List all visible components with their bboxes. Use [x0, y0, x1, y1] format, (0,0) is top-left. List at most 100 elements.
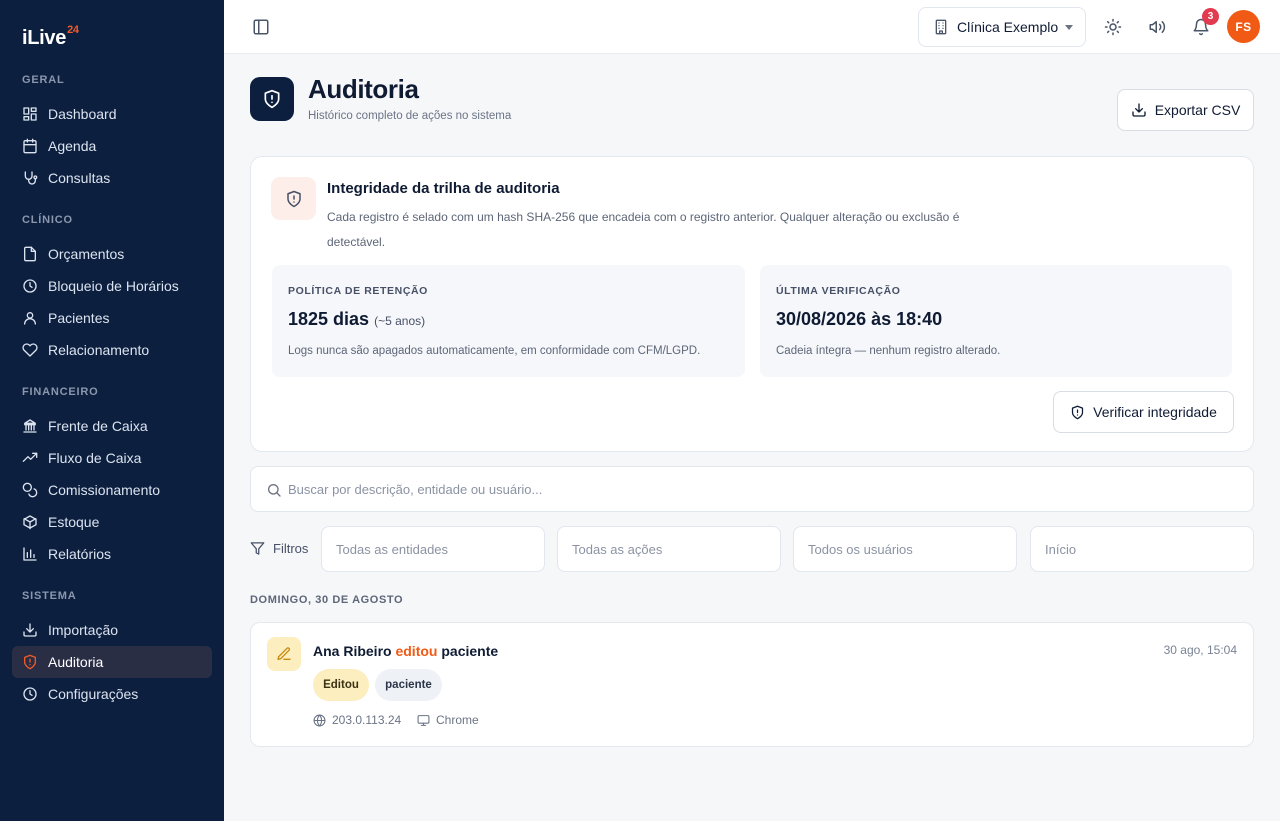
- user-filter[interactable]: Todos os usuários: [793, 526, 1017, 572]
- bar-chart-icon: [23, 547, 37, 561]
- verify-integrity-button[interactable]: Verificar integridade: [1053, 391, 1234, 433]
- chevron-down-icon: [1065, 25, 1073, 30]
- filter-icon: [250, 542, 265, 555]
- monitor-icon: [417, 714, 430, 726]
- download-icon: [1132, 103, 1146, 117]
- event-title: Ana Ribeiro editou paciente: [313, 643, 499, 659]
- clock-icon: [23, 687, 37, 701]
- audit-event[interactable]: Ana Ribeiro editou paciente 30 ago, 15:0…: [250, 622, 1254, 747]
- sidebar-item-pacientes[interactable]: Pacientes: [12, 302, 212, 334]
- sidebar-item-label: Frente de Caixa: [48, 418, 148, 434]
- sidebar-item-label: Agenda: [48, 138, 97, 154]
- sidebar-item-relatorios[interactable]: Relatórios: [12, 538, 212, 570]
- sidebar-item-orcamentos[interactable]: Orçamentos: [12, 238, 212, 270]
- volume-icon[interactable]: [1148, 18, 1166, 36]
- sidebar-item-label: Comissionamento: [48, 482, 161, 498]
- bank-icon: [23, 419, 37, 433]
- search-input[interactable]: [288, 467, 1228, 511]
- sidebar-item-consultas[interactable]: Consultas: [12, 162, 212, 194]
- building-icon: [935, 19, 947, 35]
- shield-icon: [286, 190, 301, 207]
- action-chip: Editou: [313, 669, 369, 701]
- sidebar-item-importacao[interactable]: Importação: [12, 614, 212, 646]
- sidebar-section-geral: GERAL: [22, 74, 65, 86]
- clinic-selector-label: Clínica Exemplo: [957, 19, 1059, 35]
- sidebar-item-agenda[interactable]: Agenda: [12, 130, 212, 162]
- coins-icon: [22, 482, 38, 498]
- sidebar-item-label: Consultas: [48, 170, 111, 186]
- page-title: Auditoria: [308, 74, 419, 104]
- sidebar-item-configuracoes[interactable]: Configurações: [12, 678, 212, 710]
- integrity-card: Integridade da trilha de auditoria Cada …: [250, 156, 1254, 452]
- sidebar-item-label: Estoque: [48, 514, 100, 530]
- verify-integrity-label: Verificar integridade: [1093, 404, 1217, 420]
- entity-filter[interactable]: Todas as entidades: [321, 526, 545, 572]
- heart-icon: [22, 343, 38, 357]
- page-subtitle: Histórico completo de ações no sistema: [308, 110, 512, 122]
- top-bar: Clínica Exemplo 3 FS: [224, 0, 1280, 54]
- package-icon: [23, 515, 37, 530]
- sidebar-item-bloqueio-horarios[interactable]: Bloqueio de Horários: [12, 270, 212, 302]
- sidebar-toggle-icon[interactable]: [252, 18, 270, 36]
- sidebar-item-estoque[interactable]: Estoque: [12, 506, 212, 538]
- avatar[interactable]: FS: [1227, 10, 1260, 43]
- sidebar-item-label: Bloqueio de Horários: [48, 278, 179, 294]
- event-ip: 203.0.113.24: [313, 713, 401, 727]
- globe-icon: [313, 714, 326, 726]
- sidebar-section-financeiro: FINANCEIRO: [22, 386, 99, 398]
- calendar-icon: [23, 138, 37, 154]
- last-check-label: ÚLTIMA VERIFICAÇÃO: [776, 285, 901, 297]
- sidebar-item-label: Relacionamento: [48, 342, 150, 358]
- sidebar-item-comissionamento[interactable]: Comissionamento: [12, 474, 212, 506]
- action-filter[interactable]: Todas as ações: [557, 526, 781, 572]
- sidebar-item-label: Relatórios: [48, 546, 112, 562]
- clinic-selector[interactable]: Clínica Exemplo: [918, 7, 1086, 47]
- sidebar-item-label: Dashboard: [48, 106, 117, 122]
- last-check-note: Cadeia íntegra — nenhum registro alterad…: [776, 345, 1001, 357]
- integrity-description: Cada registro é selado com um hash SHA-2…: [327, 210, 960, 249]
- dashboard-icon: [23, 107, 37, 121]
- sidebar-section-sistema: SISTEMA: [22, 590, 77, 602]
- last-check-box: ÚLTIMA VERIFICAÇÃO 30/08/2026 às 18:40 C…: [760, 265, 1232, 377]
- day-group-label: DOMINGO, 30 DE AGOSTO: [250, 594, 404, 606]
- sidebar-item-fluxo-caixa[interactable]: Fluxo de Caixa: [12, 442, 212, 474]
- sidebar: iLive24 GERAL Dashboard Agenda Consultas…: [0, 0, 224, 821]
- sidebar-item-label: Auditoria: [48, 654, 104, 670]
- clock-icon: [23, 279, 37, 293]
- event-time: 30 ago, 15:04: [1163, 643, 1237, 657]
- export-csv-label: Exportar CSV: [1154, 102, 1241, 118]
- sidebar-item-dashboard[interactable]: Dashboard: [12, 98, 212, 130]
- search-bar: [250, 466, 1254, 512]
- sidebar-item-label: Pacientes: [48, 310, 110, 326]
- retention-value: 1825 dias (~5 anos): [288, 309, 426, 329]
- sidebar-item-auditoria[interactable]: Auditoria: [12, 646, 212, 678]
- user-icon: [24, 312, 36, 325]
- integrity-icon: [271, 177, 316, 220]
- last-check-value: 30/08/2026 às 18:40: [776, 309, 943, 329]
- trending-up-icon: [22, 452, 38, 462]
- retention-label: POLÍTICA DE RETENÇÃO: [288, 285, 428, 297]
- integrity-title: Integridade da trilha de auditoria: [327, 180, 560, 197]
- retention-note: Logs nunca são apagados automaticamente,…: [288, 345, 701, 357]
- shield-icon: [264, 89, 280, 109]
- sidebar-item-frente-caixa[interactable]: Frente de Caixa: [12, 410, 212, 442]
- page-title-icon: [250, 77, 294, 121]
- sun-icon[interactable]: [1104, 18, 1122, 36]
- sidebar-item-relacionamento[interactable]: Relacionamento: [12, 334, 212, 366]
- shield-icon: [1072, 405, 1084, 419]
- sidebar-item-label: Orçamentos: [48, 246, 125, 262]
- file-icon: [24, 246, 36, 262]
- search-icon: [268, 484, 281, 497]
- stethoscope-icon: [24, 171, 38, 185]
- event-browser: Chrome: [417, 713, 479, 727]
- sidebar-section-clinico: CLÍNICO: [22, 214, 73, 226]
- shield-icon: [24, 654, 36, 670]
- download-icon: [23, 623, 37, 637]
- sidebar-item-label: Importação: [48, 622, 119, 638]
- brand-logo[interactable]: iLive24: [22, 24, 79, 50]
- sidebar-item-label: Configurações: [48, 686, 139, 702]
- retention-policy-box: POLÍTICA DE RETENÇÃO 1825 dias (~5 anos)…: [272, 265, 745, 377]
- export-csv-button[interactable]: Exportar CSV: [1117, 89, 1254, 131]
- start-date-filter[interactable]: Início: [1030, 526, 1254, 572]
- notification-badge: 3: [1202, 8, 1219, 25]
